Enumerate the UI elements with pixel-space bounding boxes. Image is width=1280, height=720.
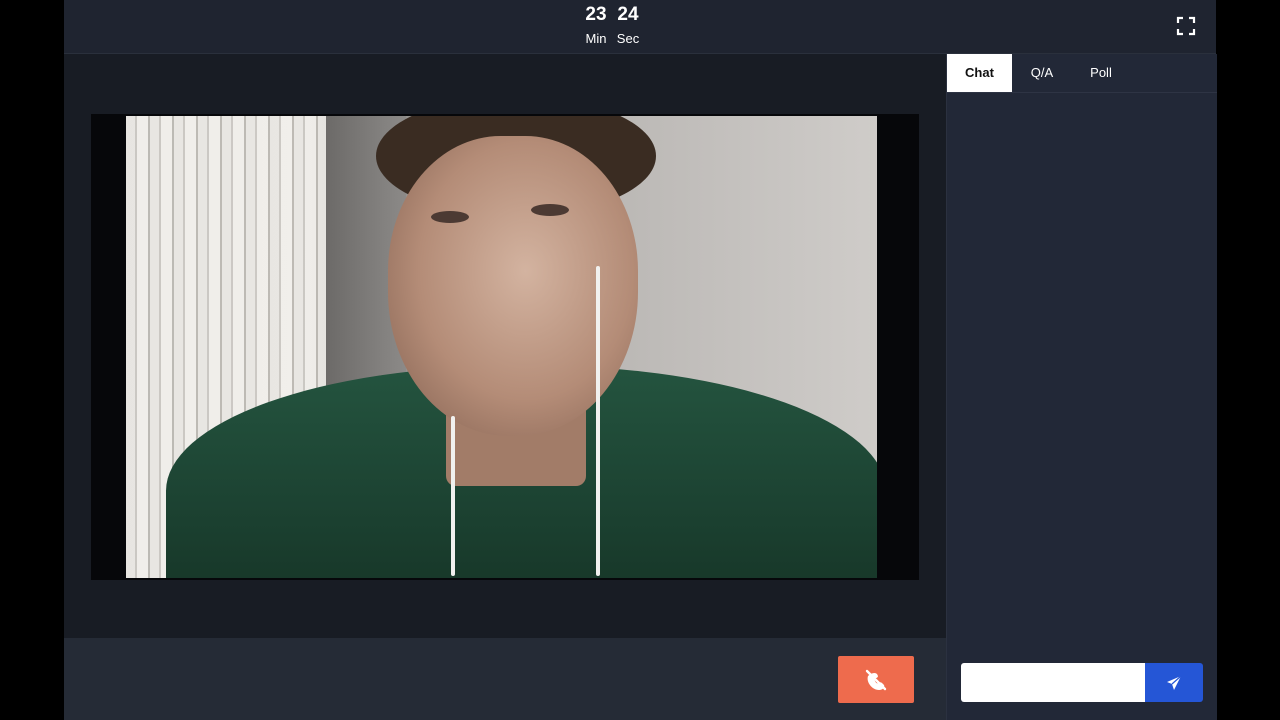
fullscreen-button[interactable] [1176,16,1196,36]
participant-video [91,114,919,580]
tab-chat[interactable]: Chat [947,54,1012,92]
side-tabs: Chat Q/A Poll [947,54,1217,93]
top-bar: 23 Min 24 Sec [64,0,1216,54]
timer-minutes: 23 Min [584,4,608,47]
tab-qa[interactable]: Q/A [1022,54,1062,92]
phone-hangup-icon [865,669,887,690]
timer-seconds-value: 24 [617,4,639,25]
video-stage [64,54,946,638]
tab-poll[interactable]: Poll [1081,54,1121,92]
video-call-app: 23 Min 24 Sec Chat Q/A Poll [64,0,1217,720]
chat-message-input[interactable] [961,663,1145,702]
call-controls [64,638,946,720]
send-button[interactable] [1145,663,1203,702]
fullscreen-icon [1176,16,1196,36]
side-panel: Chat Q/A Poll [946,54,1217,720]
chat-messages-area [947,93,1217,653]
participant-face [388,136,638,436]
timer-seconds-label: Sec [616,31,640,46]
timer-seconds: 24 Sec [616,4,640,47]
session-timer: 23 Min 24 Sec [584,4,640,47]
earphone-wire [451,416,455,576]
send-icon [1167,675,1182,690]
end-call-button[interactable] [838,656,914,703]
webcam-frame [126,116,877,578]
timer-minutes-label: Min [585,31,607,46]
timer-minutes-value: 23 [585,4,607,25]
